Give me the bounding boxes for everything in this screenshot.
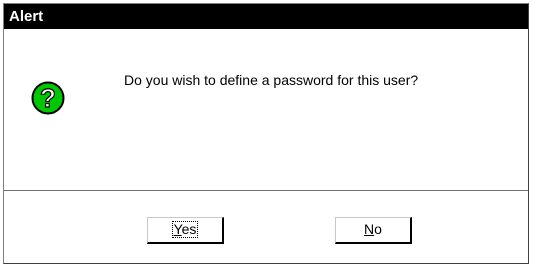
yes-label-rest: es bbox=[181, 221, 197, 237]
dialog-title: Alert bbox=[9, 8, 44, 25]
separator bbox=[4, 190, 528, 191]
no-mnemonic: N bbox=[364, 221, 375, 237]
no-button-label: No bbox=[363, 222, 383, 237]
alert-dialog: Alert ? Do you wish to define a password… bbox=[3, 3, 529, 264]
question-glyph: ? bbox=[40, 83, 56, 113]
question-icon: ? bbox=[31, 81, 65, 115]
no-label-rest: o bbox=[374, 221, 382, 237]
yes-button-label: Yes bbox=[171, 221, 199, 238]
page: Alert ? Do you wish to define a password… bbox=[0, 0, 534, 269]
title-bar[interactable]: Alert bbox=[4, 4, 528, 29]
yes-mnemonic: Y bbox=[173, 221, 182, 237]
yes-button[interactable]: Yes bbox=[147, 217, 224, 244]
dialog-message: Do you wish to define a password for thi… bbox=[124, 72, 419, 88]
no-button[interactable]: No bbox=[335, 217, 412, 244]
